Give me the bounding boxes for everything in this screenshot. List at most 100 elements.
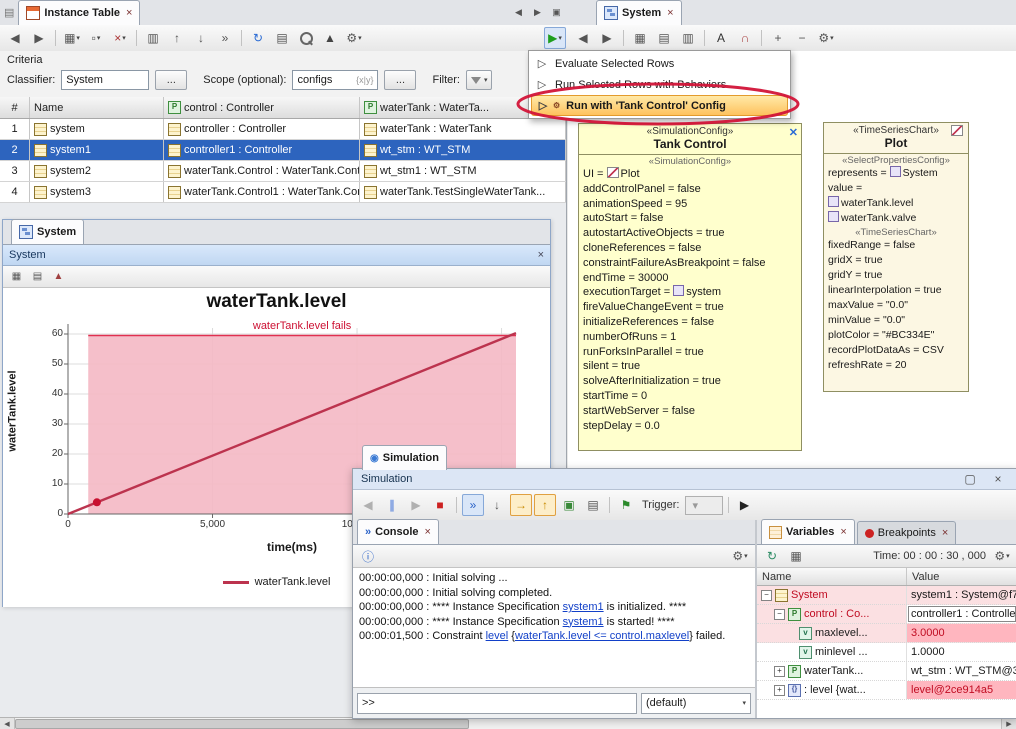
variable-row[interactable]: vmaxlevel...3.0000	[757, 624, 1016, 643]
scroll-right-icon[interactable]: ▶	[1001, 718, 1016, 729]
run-to-end-icon[interactable]: ▶	[734, 494, 756, 516]
console-link[interactable]: system1	[563, 601, 604, 613]
columns-icon[interactable]: ▥	[142, 27, 164, 49]
step-out-icon[interactable]: ↑	[534, 494, 556, 516]
refresh-icon[interactable]: ↻	[247, 27, 269, 49]
back-icon[interactable]: ◀	[4, 27, 26, 49]
add-row-icon[interactable]: ▫▾	[85, 27, 107, 49]
search-icon[interactable]	[295, 27, 317, 49]
expand-icon[interactable]: +	[774, 685, 785, 696]
diagram-settings-icon[interactable]: ⚙▾	[815, 27, 837, 49]
scroll-tabs-right-icon[interactable]: ▶	[529, 4, 546, 21]
tab-instance-table[interactable]: Instance Table ×	[18, 0, 140, 25]
tab-system-chart[interactable]: System	[11, 219, 84, 244]
float-panel-icon[interactable]: ▢	[959, 468, 981, 490]
collapse-icon[interactable]: −	[774, 609, 785, 620]
variable-value-cell[interactable]: controller1 : Controller...	[907, 605, 1016, 623]
menu-item-run-selected-rows-with-behaviors[interactable]: ▷Run Selected Rows with Behaviors	[531, 74, 788, 95]
variables-settings-icon[interactable]: ⚙▾	[991, 545, 1013, 567]
chart-options-icon[interactable]: ▲	[49, 267, 68, 286]
info-icon[interactable]: ⓘ	[357, 545, 379, 567]
sort-icon[interactable]: ▲	[319, 27, 341, 49]
console-link[interactable]: level	[486, 630, 509, 642]
animation-icon[interactable]: ▣	[558, 494, 580, 516]
copy-icon[interactable]: ▤	[653, 27, 675, 49]
more-icon[interactable]: »	[214, 27, 236, 49]
variable-value-cell[interactable]: 1.0000	[907, 643, 1016, 661]
table-row[interactable]: 4system3waterTank.Control1 : WaterTank.C…	[0, 182, 566, 203]
paste-icon[interactable]: ▥	[677, 27, 699, 49]
variable-row[interactable]: vminlevel ...1.0000	[757, 643, 1016, 662]
forward-icon[interactable]: ▶	[28, 27, 50, 49]
expand-icon[interactable]: +	[774, 666, 785, 677]
zoom-out-icon[interactable]: −	[791, 27, 813, 49]
variable-row[interactable]: +{}: level {wat...level@2ce914a5	[757, 681, 1016, 700]
settings-icon[interactable]: ⚙▾	[343, 27, 365, 49]
tab-console[interactable]: » Console ×	[357, 519, 439, 544]
columns-icon[interactable]: ▦	[785, 545, 807, 567]
variable-value-cell[interactable]: system1 : System@f7e...	[907, 586, 1016, 604]
move-up-icon[interactable]: ↑	[166, 27, 188, 49]
close-tab-icon[interactable]: ×	[667, 7, 673, 19]
console-context-combo[interactable]: (default) ▾	[641, 693, 751, 714]
console-link[interactable]: system1	[563, 616, 604, 628]
variable-row[interactable]: −Pcontrol : Co...controller1 : Controlle…	[757, 605, 1016, 624]
filter-button[interactable]: ▾	[466, 70, 493, 90]
refresh-variables-icon[interactable]: ↻	[761, 545, 783, 567]
step-into-icon[interactable]: ↓	[486, 494, 508, 516]
step-back-icon[interactable]: ◀	[357, 494, 379, 516]
table-row[interactable]: 1systemcontroller : ControllerwaterTank …	[0, 119, 566, 140]
console-settings-icon[interactable]: ⚙▾	[729, 545, 751, 567]
variable-value-cell[interactable]: level@2ce914a5	[907, 681, 1016, 699]
run-button[interactable]: ▶ ▾	[544, 27, 566, 49]
close-tab-icon[interactable]: ×	[942, 527, 948, 539]
pause-icon[interactable]: ∥	[381, 494, 403, 516]
trigger-icon[interactable]: ⚑	[615, 494, 637, 516]
console-link[interactable]: waterTank.level <= control.maxlevel	[515, 630, 689, 642]
forward-icon[interactable]: ▶	[596, 27, 618, 49]
table-row[interactable]: 2system1controller1 : Controllerwt_stm :…	[0, 140, 566, 161]
console-toggle-icon[interactable]: »	[462, 494, 484, 516]
scope-field[interactable]: configs {x|y}	[292, 70, 378, 90]
step-over-icon[interactable]: →	[510, 494, 532, 516]
column-header-control[interactable]: Pcontrol : Controller	[164, 97, 360, 118]
table-row[interactable]: 3system2waterTank.Control : WaterTank.Co…	[0, 161, 566, 182]
grid-icon[interactable]: ▦	[7, 267, 26, 286]
zoom-in-icon[interactable]: +	[767, 27, 789, 49]
delete-row-icon[interactable]: ×▾	[109, 27, 131, 49]
tab-breakpoints[interactable]: Breakpoints ×	[857, 521, 957, 544]
variable-row[interactable]: +PwaterTank...wt_stm : WT_STM@37...	[757, 662, 1016, 681]
close-chart-icon[interactable]: ×	[538, 249, 544, 261]
move-down-icon[interactable]: ↓	[190, 27, 212, 49]
containment-icon[interactable]: ▦	[629, 27, 651, 49]
scroll-left-icon[interactable]: ◀	[0, 718, 15, 729]
column-header-value[interactable]: Value	[907, 568, 1016, 585]
close-panel-icon[interactable]: ×	[987, 468, 1009, 490]
export-chart-icon[interactable]: ▤	[28, 267, 47, 286]
config-tools-icon[interactable]: ✕	[789, 126, 798, 139]
column-header-num[interactable]: #	[0, 97, 30, 118]
maximize-icon[interactable]: ▣	[548, 4, 565, 21]
variable-row[interactable]: −Systemsystem1 : System@f7e...	[757, 586, 1016, 605]
close-tab-icon[interactable]: ×	[840, 526, 846, 538]
collapse-icon[interactable]: −	[761, 590, 772, 601]
time-series-chart-element[interactable]: «TimeSeriesChart» Plot «SelectProperties…	[823, 122, 969, 392]
table-options-icon[interactable]: ▦▾	[61, 27, 83, 49]
scope-browse-button[interactable]: ...	[384, 70, 416, 90]
tab-system-diagram[interactable]: System ×	[596, 0, 682, 25]
magnet-icon[interactable]: ∩	[734, 27, 756, 49]
scroll-tabs-left-icon[interactable]: ◀	[510, 4, 527, 21]
console-log[interactable]: 00:00:00,000 : Initial solving ...00:00:…	[353, 568, 755, 688]
menu-item-run-with-tank-control-config[interactable]: ▷⚙Run with 'Tank Control' Config	[531, 95, 788, 116]
column-header-name[interactable]: Name	[30, 97, 164, 118]
resume-icon[interactable]: ▶	[405, 494, 427, 516]
variable-value-cell[interactable]: wt_stm : WT_STM@37...	[907, 662, 1016, 680]
classifier-browse-button[interactable]: ...	[155, 70, 187, 90]
scrollbar-thumb[interactable]	[15, 719, 469, 729]
font-color-icon[interactable]: A	[710, 27, 732, 49]
export-icon[interactable]: ▤	[271, 27, 293, 49]
close-tab-icon[interactable]: ×	[425, 526, 431, 538]
close-tab-icon[interactable]: ×	[126, 7, 132, 19]
console-input[interactable]: >>	[357, 693, 637, 714]
tab-variables[interactable]: Variables ×	[761, 519, 855, 544]
